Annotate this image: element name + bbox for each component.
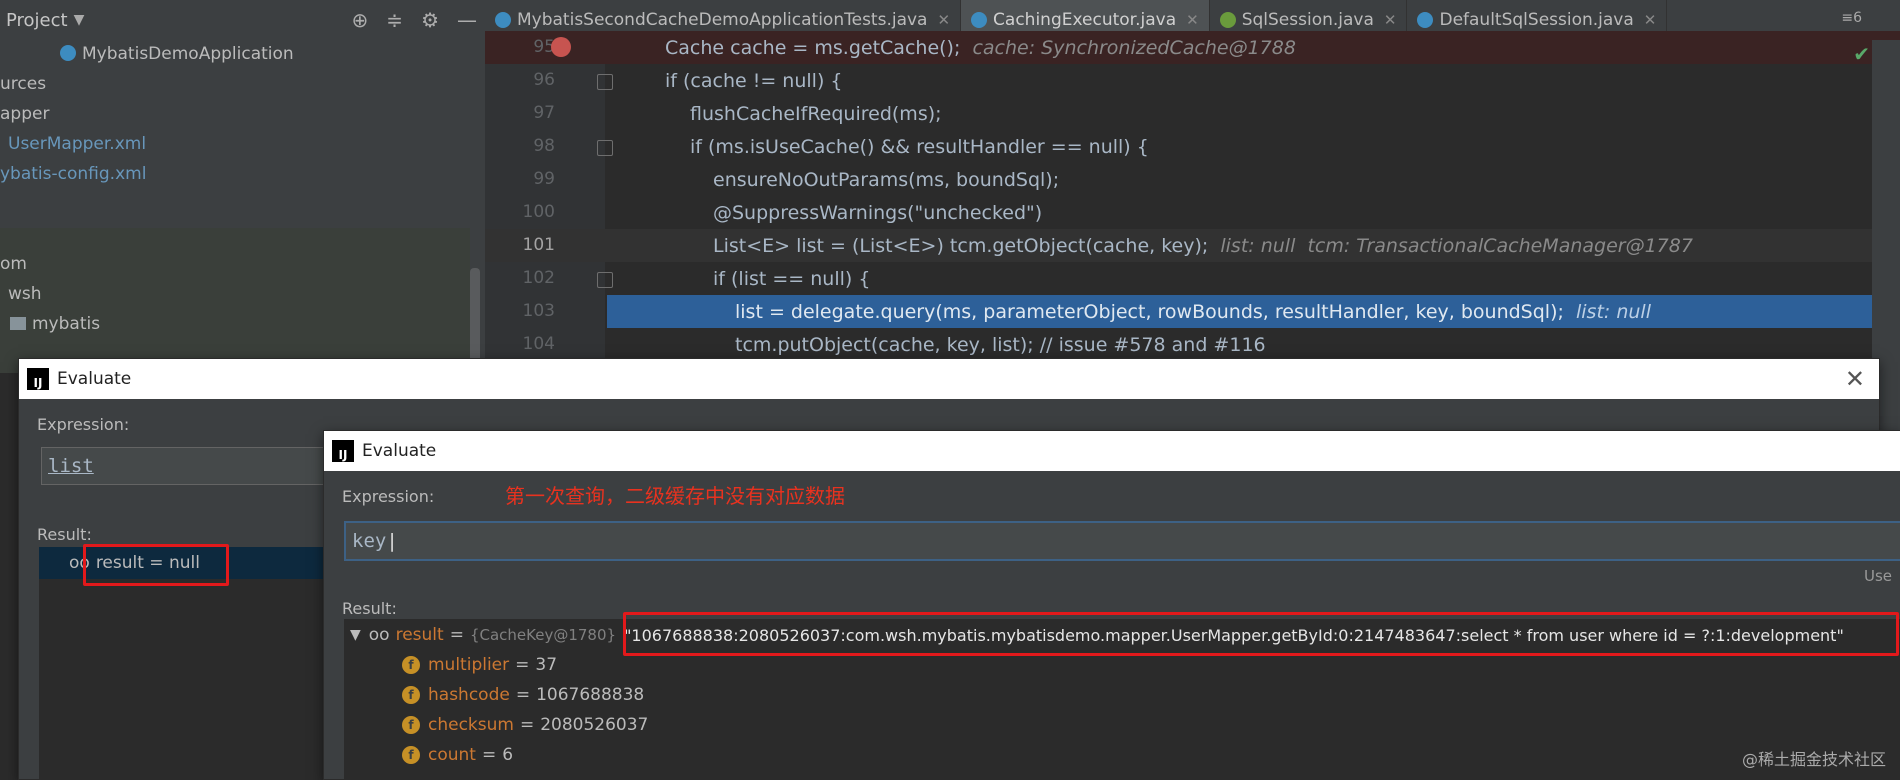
- expression-label: Expression:: [342, 487, 435, 506]
- close-icon[interactable]: ✕: [1186, 11, 1199, 29]
- close-icon[interactable]: ✕: [1644, 11, 1657, 29]
- tree-selection-bg: [0, 228, 470, 373]
- tree-item-com[interactable]: om: [0, 254, 27, 274]
- fold-icon[interactable]: [597, 140, 613, 156]
- gear-icon[interactable]: ⚙: [421, 8, 439, 32]
- field-icon: f: [402, 656, 420, 674]
- annotation-text: 第一次查询，二级缓存中没有对应数据: [505, 484, 845, 508]
- code-line-103-execution-point[interactable]: 103 list = delegate.query(ms, parameterO…: [523, 295, 1900, 328]
- project-tree: MybatisDemoApplication urces apper UserM…: [0, 40, 485, 398]
- tree-item-wsh[interactable]: wsh: [8, 284, 42, 304]
- intellij-icon: IJ: [332, 440, 354, 462]
- breakpoint-icon[interactable]: [551, 37, 571, 57]
- code-line-99[interactable]: 99 ensureNoOutParams(ms, boundSql);: [485, 163, 1900, 196]
- close-icon[interactable]: ✕: [937, 11, 950, 29]
- inspection-ok-icon: ✔: [1853, 42, 1870, 66]
- java-class-icon: [495, 12, 511, 28]
- code-line-98[interactable]: 98 if (ms.isUseCache() && resultHandler …: [485, 130, 1900, 163]
- tree-item-usermapper-xml[interactable]: UserMapper.xml: [8, 134, 146, 154]
- tree-item-app[interactable]: MybatisDemoApplication: [60, 44, 294, 64]
- field-row[interactable]: f count = 6: [402, 745, 513, 765]
- tree-item-mapper[interactable]: apper: [0, 104, 49, 124]
- crosshair-icon[interactable]: ⊕: [352, 8, 369, 32]
- watermark: @稀土掘金技术社区: [1741, 750, 1886, 769]
- code-line-95[interactable]: 95 Cache cache = ms.getCache(); cache: S…: [485, 31, 1900, 64]
- minimize-icon[interactable]: —: [457, 8, 477, 32]
- code-line-100[interactable]: 100 @SuppressWarnings("unchecked"): [485, 196, 1900, 229]
- field-icon: f: [402, 716, 420, 734]
- intellij-icon: IJ: [27, 368, 49, 390]
- code-line-97[interactable]: 97 flushCacheIfRequired(ms);: [485, 97, 1900, 130]
- code-line-101[interactable]: 101 List<E> list = (List<E>) tcm.getObje…: [485, 229, 1900, 262]
- fold-icon[interactable]: [597, 74, 613, 90]
- java-class-icon: [971, 12, 988, 28]
- spring-class-icon: [60, 45, 76, 61]
- field-icon: f: [402, 686, 420, 704]
- tab-list-menu[interactable]: ≡6: [1841, 10, 1862, 26]
- result-label: Result:: [37, 525, 92, 544]
- tree-item-mybatis-config[interactable]: ybatis-config.xml: [0, 164, 146, 184]
- expand-arrow-icon[interactable]: ▼: [350, 627, 361, 643]
- close-icon[interactable]: ✕: [1384, 11, 1397, 29]
- chevron-down-icon[interactable]: ▼: [74, 12, 85, 28]
- highlight-box: [623, 612, 1899, 656]
- code-editor[interactable]: 95 Cache cache = ms.getCache(); cache: S…: [485, 31, 1900, 361]
- java-interface-icon: [1219, 12, 1236, 28]
- code-line-96[interactable]: 96 if (cache != null) {: [485, 64, 1900, 97]
- field-row[interactable]: f hashcode = 1067688838: [402, 685, 644, 705]
- field-icon: f: [402, 746, 420, 764]
- code-line-104[interactable]: 104 tcm.putObject(cache, key, list); // …: [485, 328, 1900, 361]
- dialog-title-bar[interactable]: IJ Evaluate ✕: [19, 359, 1879, 399]
- code-line-102[interactable]: 102 if (list == null) {: [485, 262, 1900, 295]
- expression-input[interactable]: list: [41, 447, 369, 485]
- highlight-box: [83, 544, 229, 586]
- expression-input[interactable]: key |: [344, 521, 1900, 561]
- dialog-title: Evaluate: [362, 441, 437, 461]
- project-title[interactable]: Project: [6, 10, 68, 31]
- fold-icon[interactable]: [597, 272, 613, 288]
- close-icon[interactable]: ✕: [1845, 365, 1865, 393]
- watch-icon: oo: [368, 625, 390, 645]
- use-hint: Use: [1863, 567, 1892, 585]
- collapse-icon[interactable]: ≑: [386, 8, 403, 32]
- tree-item-mybatis[interactable]: mybatis: [10, 314, 100, 334]
- dialog-title: Evaluate: [57, 369, 132, 389]
- tree-item-resources[interactable]: urces: [0, 74, 46, 94]
- project-panel-header: Project ▼ ⊕ ≑ ⚙ —: [0, 0, 485, 41]
- dialog-title-bar[interactable]: IJ Evaluate: [324, 431, 1900, 471]
- expression-label: Expression:: [37, 415, 130, 434]
- folder-icon: [10, 317, 26, 330]
- result-label: Result:: [342, 599, 397, 618]
- field-row[interactable]: f checksum = 2080526037: [402, 715, 648, 735]
- field-row[interactable]: f multiplier = 37: [402, 655, 557, 675]
- java-class-icon: [1417, 12, 1434, 28]
